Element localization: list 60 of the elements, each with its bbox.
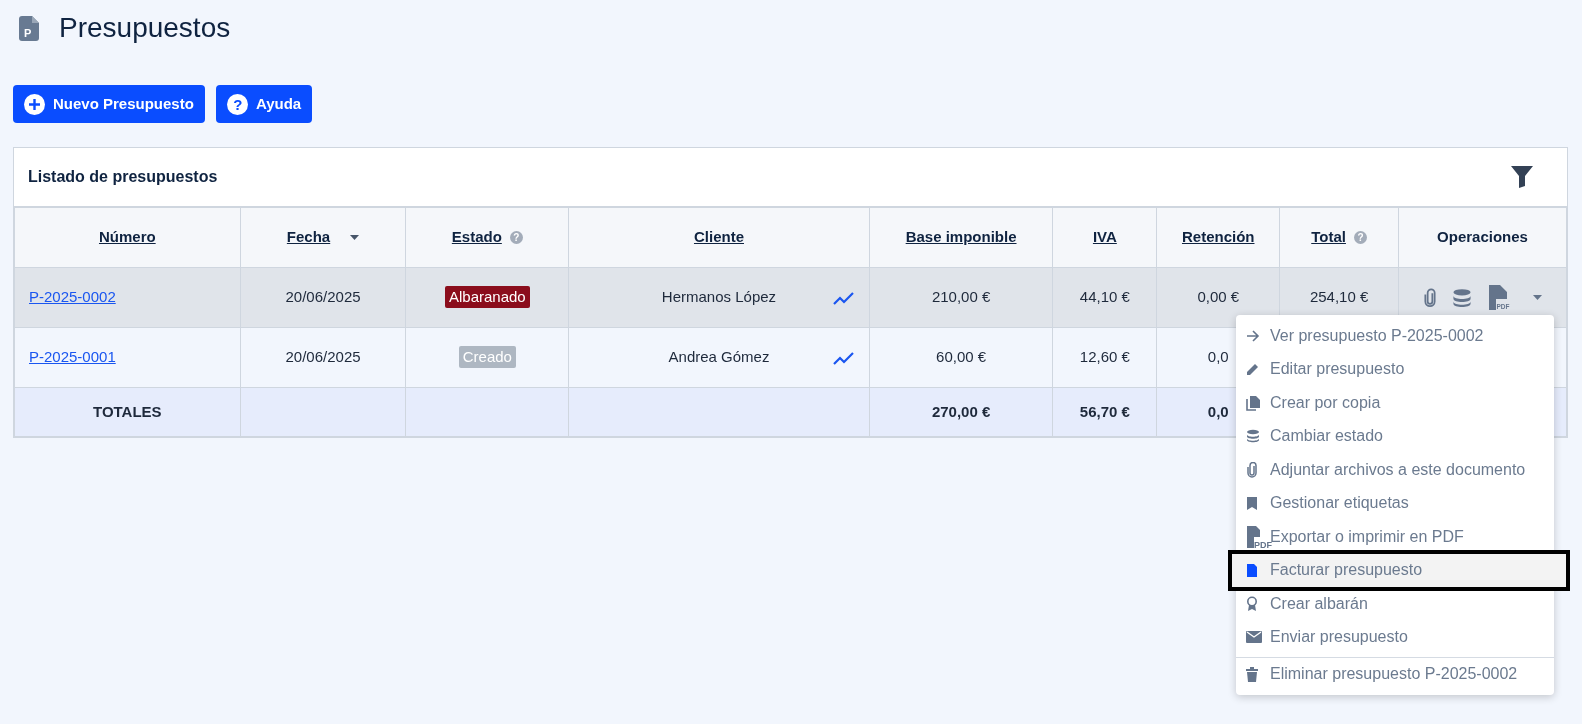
totals-label: TOTALES — [93, 402, 162, 420]
column-header[interactable]: Estado — [451, 226, 502, 249]
menu-item[interactable]: Enviar presupuesto — [1236, 620, 1554, 654]
budget-link[interactable]: P-2025-0001 — [29, 348, 116, 366]
table-cell-text: 20/06/2025 — [285, 288, 361, 306]
stack-icon — [1451, 287, 1473, 308]
menu-item[interactable]: Crear albarán — [1236, 587, 1554, 621]
menu-item[interactable]: Crear por copia — [1236, 386, 1554, 420]
status-badge: Albaranado — [444, 286, 530, 309]
panel-title: Listado de presupuestos — [28, 167, 218, 187]
menu-item[interactable]: Editar presupuesto — [1236, 352, 1554, 386]
file-icon — [1246, 562, 1258, 578]
document-icon: P — [19, 15, 39, 41]
column-header[interactable]: Número — [98, 226, 156, 249]
arrow-icon — [1246, 328, 1260, 343]
help-button[interactable]: ? Ayuda — [215, 85, 313, 123]
trend-chart-icon — [832, 350, 855, 365]
envelope-icon — [1246, 631, 1262, 644]
table-cell-text: 210,00 € — [931, 288, 991, 306]
new-button[interactable]: Nuevo Presupuesto — [13, 85, 205, 123]
column-header: Operaciones — [1437, 227, 1528, 248]
trash-icon — [1246, 666, 1258, 682]
paperclip-icon — [1423, 286, 1437, 309]
column-header[interactable]: Cliente — [693, 226, 744, 249]
sort-caret-icon — [350, 235, 360, 240]
question-circle-icon: ? — [226, 93, 248, 115]
menu-item[interactable]: Eliminar presupuesto P-2025-0002 — [1236, 657, 1554, 691]
copy-icon — [1246, 394, 1260, 411]
budget-link[interactable]: P-2025-0002 — [29, 288, 116, 306]
stack-icon — [1246, 429, 1260, 444]
status-badge: Creado — [458, 346, 516, 369]
menu-item[interactable]: Cambiar estado — [1236, 419, 1554, 453]
help-icon: ? — [509, 231, 523, 244]
page-title: Presupuestos — [59, 11, 231, 45]
caret-icon — [1533, 295, 1542, 300]
filter-icon — [1511, 166, 1533, 188]
paperclip-icon — [1246, 461, 1258, 478]
column-header[interactable]: Fecha — [286, 226, 331, 249]
column-header[interactable]: Total — [1311, 226, 1346, 249]
award-icon — [1246, 595, 1258, 612]
table-cell-text: 44,10 € — [1079, 288, 1130, 306]
table-cell-text: 12,60 € — [1079, 348, 1130, 366]
table-cell-text: 56,70 € — [1079, 402, 1130, 420]
table-cell-text: 254,10 € — [1309, 288, 1369, 306]
table-cell-text: 60,00 € — [936, 348, 987, 366]
pencil-icon — [1246, 362, 1260, 377]
table-cell-text: 0,0 — [1207, 402, 1229, 420]
table-cell-text: 0,00 € — [1197, 288, 1240, 306]
table-cell-text: 0,0 — [1207, 348, 1229, 366]
column-header[interactable]: IVA — [1092, 226, 1117, 249]
table-cell-text: 270,00 € — [931, 402, 991, 420]
table-cell-text: Hermanos López — [661, 288, 777, 306]
trend-chart-icon — [832, 290, 855, 305]
help-icon: ? — [1353, 231, 1367, 244]
bookmark-icon — [1246, 496, 1258, 511]
menu-item[interactable]: Adjuntar archivos a este documento — [1236, 453, 1554, 487]
table-cell-text: 20/06/2025 — [285, 348, 361, 366]
plus-circle-icon — [24, 93, 45, 115]
table-cell-text: Andrea Gómez — [668, 348, 770, 366]
menu-item[interactable]: Gestionar etiquetas — [1236, 486, 1554, 520]
